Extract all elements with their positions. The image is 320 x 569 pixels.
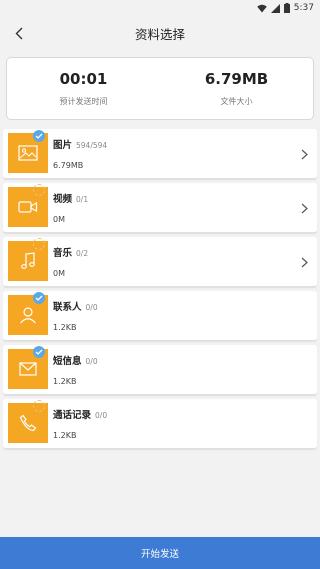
status-time: 5:37 — [293, 3, 314, 13]
data-type-list: 图片 594/594 6.79MB 视频 0/1 0M 音乐 0/2 0M 联系… — [0, 129, 320, 449]
item-size: 1.2KB — [53, 431, 77, 440]
checkmark-icon — [35, 133, 43, 139]
page-title: 资料选择 — [134, 26, 185, 42]
checkbox-images[interactable] — [33, 130, 45, 142]
checkbox-contacts[interactable] — [33, 292, 45, 304]
item-count: 0/0 — [95, 411, 108, 420]
chevron-right-icon[interactable] — [298, 255, 310, 269]
list-item-videos[interactable]: 视频 0/1 0M — [3, 183, 317, 233]
checkbox-messages[interactable] — [33, 346, 45, 358]
file-size-block: 6.79MB 文件大小 — [160, 58, 313, 119]
checkbox-music[interactable] — [33, 238, 45, 250]
battery-icon — [283, 3, 290, 13]
summary-card: 00:01 预计发送时间 6.79MB 文件大小 — [6, 57, 314, 120]
list-item-contacts[interactable]: 联系人 0/0 1.2KB — [3, 291, 317, 341]
item-title: 通话记录 0/0 — [53, 410, 108, 421]
item-count: 0/2 — [76, 249, 89, 258]
chevron-left-icon — [15, 27, 23, 39]
checkmark-icon — [35, 349, 43, 355]
wifi-icon — [256, 4, 267, 13]
list-item-images[interactable]: 图片 594/594 6.79MB — [3, 129, 317, 179]
item-title: 音乐 0/2 — [53, 248, 89, 259]
item-title: 短信息 0/0 — [53, 356, 98, 367]
item-size: 6.79MB — [53, 161, 84, 170]
back-button[interactable] — [10, 24, 28, 42]
item-size: 1.2KB — [53, 323, 77, 332]
item-title: 图片 594/594 — [53, 140, 108, 151]
checkbox-call-logs[interactable] — [33, 400, 45, 412]
item-title: 联系人 0/0 — [53, 302, 98, 313]
chevron-right-icon[interactable] — [298, 201, 310, 215]
status-bar: 5:37 — [0, 0, 320, 16]
item-count: 0/0 — [85, 357, 98, 366]
file-size-value: 6.79MB — [204, 70, 269, 88]
checkmark-icon — [35, 295, 43, 301]
list-item-messages[interactable]: 短信息 0/0 1.2KB — [3, 345, 317, 395]
checkbox-videos[interactable] — [33, 184, 45, 196]
list-item-call-logs[interactable]: 通话记录 0/0 1.2KB — [3, 399, 317, 449]
signal-icon — [270, 3, 280, 13]
item-size: 0M — [53, 215, 65, 224]
item-count: 0/0 — [85, 303, 98, 312]
chevron-right-icon[interactable] — [298, 147, 310, 161]
top-bar: 资料选择 — [0, 16, 320, 50]
item-size: 0M — [53, 269, 65, 278]
estimated-time-value: 00:01 — [59, 70, 108, 88]
estimated-time-label: 预计发送时间 — [59, 97, 108, 106]
item-count: 0/1 — [76, 195, 89, 204]
item-count: 594/594 — [76, 141, 108, 150]
start-send-button[interactable]: 开始发送 — [0, 537, 320, 569]
estimated-time-block: 00:01 预计发送时间 — [7, 58, 160, 119]
list-item-music[interactable]: 音乐 0/2 0M — [3, 237, 317, 287]
item-size: 1.2KB — [53, 377, 77, 386]
file-size-label: 文件大小 — [220, 97, 253, 106]
item-title: 视频 0/1 — [53, 194, 89, 205]
